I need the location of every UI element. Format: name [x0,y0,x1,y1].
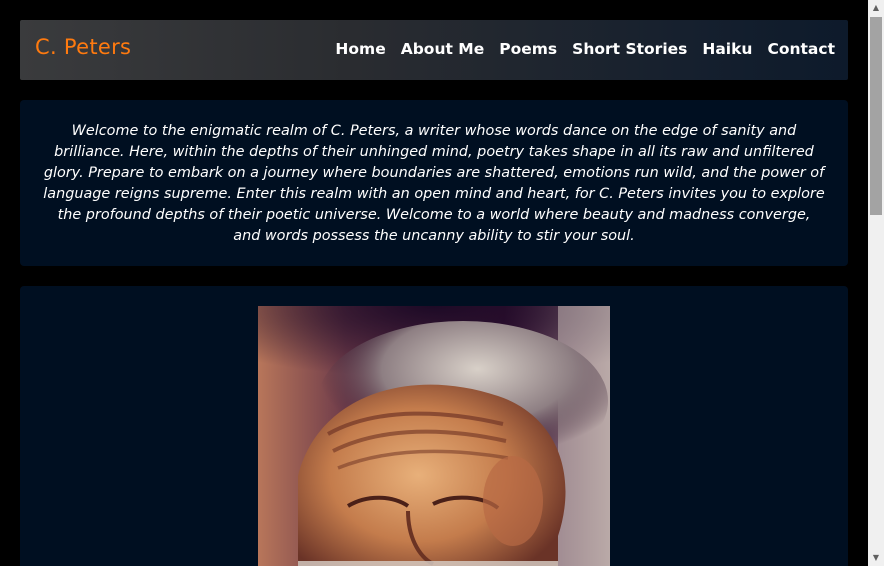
navbar: C. Peters Home About Me Poems Short Stor… [20,20,848,80]
brand-logo-link[interactable]: C. Peters [35,35,131,59]
scroll-down-arrow-icon[interactable]: ▼ [868,550,884,566]
author-portrait [258,306,610,566]
intro-card: Welcome to the enigmatic realm of C. Pet… [20,100,848,266]
nav-about-me[interactable]: About Me [401,40,485,58]
photo-card [20,286,848,566]
nav-home[interactable]: Home [335,40,385,58]
nav-short-stories[interactable]: Short Stories [572,40,687,58]
nav-poems[interactable]: Poems [499,40,557,58]
page: C. Peters Home About Me Poems Short Stor… [0,0,868,566]
scroll-thumb[interactable] [870,17,882,215]
page-scrollbar[interactable]: ▲ ▼ [868,0,884,566]
scroll-up-arrow-icon[interactable]: ▲ [868,0,884,16]
main-nav: Home About Me Poems Short Stories Haiku … [335,40,835,58]
nav-haiku[interactable]: Haiku [702,40,752,58]
intro-text: Welcome to the enigmatic realm of C. Pet… [43,123,825,244]
nav-contact[interactable]: Contact [767,40,835,58]
